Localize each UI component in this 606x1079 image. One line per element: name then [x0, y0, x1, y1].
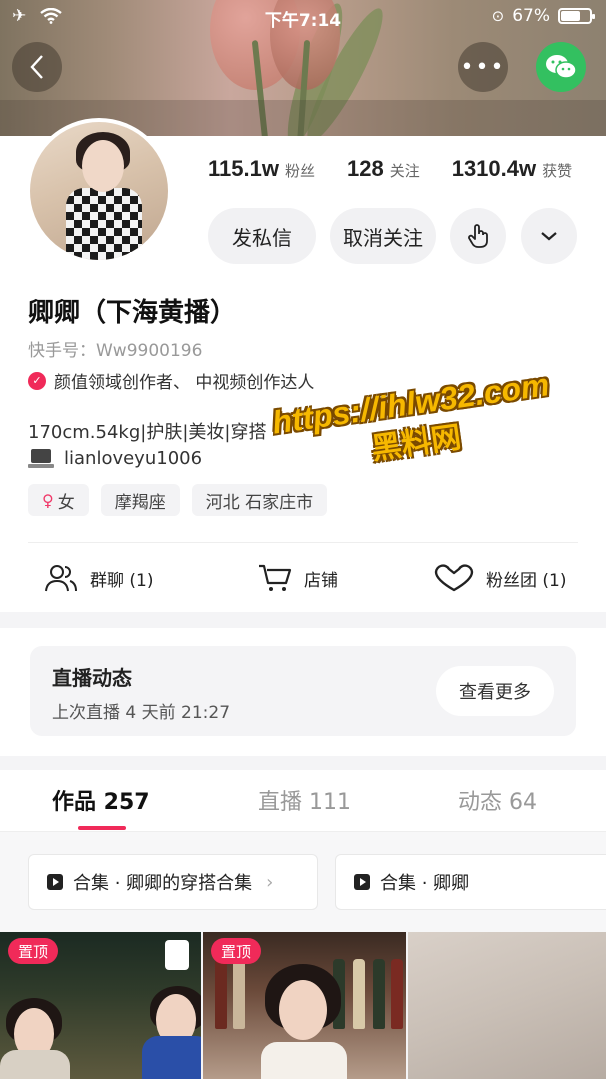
- active-tab-indicator: [78, 826, 126, 830]
- avatar[interactable]: [26, 118, 172, 264]
- tag-gender: ♀ 女: [28, 484, 89, 516]
- sticker-icon: [165, 940, 189, 970]
- collection-item[interactable]: 合集 · 卿卿的穿搭合集 ›: [28, 854, 318, 910]
- stat-followers[interactable]: 115.1w 粉丝: [208, 156, 315, 182]
- live-title: 直播动态: [52, 666, 132, 690]
- wechat-icon: [546, 55, 577, 79]
- stat-likes[interactable]: 1310.4w 获赞: [452, 156, 572, 182]
- profile-tags: ♀ 女 摩羯座 河北 石家庄市: [28, 484, 328, 516]
- likes-label: 获赞: [542, 162, 573, 180]
- group-chat-label: 群聊 (1): [90, 570, 154, 591]
- wechat-share-button[interactable]: [536, 42, 586, 92]
- battery-percent: 67%: [512, 6, 550, 26]
- fan-club-link[interactable]: 粉丝团 (1): [434, 556, 566, 600]
- chevron-right-icon: ›: [266, 871, 274, 893]
- video-thumbnail[interactable]: 置顶: [203, 932, 406, 1079]
- tag-location: 河北 石家庄市: [191, 484, 328, 516]
- video-thumbnail[interactable]: [408, 932, 606, 1079]
- content-tabs: 作品 257 直播 111 动态 64: [0, 770, 606, 832]
- more-options-button[interactable]: •••: [458, 42, 508, 92]
- tab-live[interactable]: 直播 111: [258, 784, 351, 816]
- bio-line-1: 170cm.54kg|护肤|美妆|穿搭: [28, 422, 267, 443]
- collection-item[interactable]: 合集 · 卿卿: [335, 854, 606, 910]
- shop-link[interactable]: 店铺: [258, 556, 338, 600]
- hand-pointer-icon: [468, 224, 488, 248]
- group-chat-icon: [45, 565, 77, 592]
- status-bar: ✈ 下午7:14 ⊙ 67%: [0, 0, 606, 34]
- kuaishou-id[interactable]: 快手号：Ww9900196: [28, 336, 202, 361]
- tag-gender-text: 女: [57, 492, 75, 513]
- certification[interactable]: ✓ 颜值领域创作者、 中视频创作达人: [28, 368, 314, 393]
- collection-label: 合集 · 卿卿的穿搭合集: [73, 873, 253, 894]
- live-section: 直播动态 上次直播 4 天前 21:27 查看更多: [0, 628, 606, 756]
- video-thumbnail[interactable]: 置顶: [0, 932, 201, 1079]
- pinned-badge: 置顶: [211, 938, 262, 964]
- certification-text: 颜值领域创作者、 中视频创作达人: [54, 373, 315, 393]
- verified-check-icon: ✓: [28, 371, 46, 390]
- tag-zodiac: 摩羯座: [100, 484, 180, 516]
- rotation-lock-icon: ⊙: [491, 7, 505, 25]
- collection-label: 合集 · 卿卿: [380, 873, 470, 894]
- battery-icon: [558, 8, 595, 24]
- following-count: 128: [346, 156, 384, 181]
- profile-stats: 115.1w 粉丝 128 关注 1310.4w 获赞: [208, 156, 572, 182]
- divider: [28, 542, 578, 543]
- tab-works[interactable]: 作品 257: [52, 784, 150, 816]
- gesture-button[interactable]: [450, 208, 506, 264]
- group-chat-link[interactable]: 群聊 (1): [44, 556, 153, 600]
- unfollow-button[interactable]: 取消关注: [330, 208, 436, 264]
- likes-count: 1310.4w: [451, 156, 537, 181]
- fan-club-label: 粉丝团 (1): [486, 570, 567, 591]
- collections-row: 合集 · 卿卿的穿搭合集 › 合集 · 卿卿: [0, 832, 606, 932]
- tab-dynamic[interactable]: 动态 64: [458, 784, 537, 816]
- bio-line-2: lianloveyu1006: [28, 448, 202, 469]
- profile-links: 群聊 (1) 店铺 粉丝团 (1): [0, 556, 606, 600]
- chevron-left-icon: [30, 55, 43, 79]
- pinned-badge: 置顶: [8, 938, 59, 964]
- expand-recommend-button[interactable]: [521, 208, 577, 264]
- live-card[interactable]: 直播动态 上次直播 4 天前 21:27 查看更多: [30, 646, 576, 736]
- play-icon: [354, 874, 370, 890]
- followers-count: 115.1w: [208, 156, 279, 181]
- view-more-button[interactable]: 查看更多: [436, 666, 554, 716]
- shop-label: 店铺: [304, 570, 338, 591]
- cart-icon: [259, 564, 292, 591]
- female-icon: ♀: [42, 490, 54, 510]
- play-icon: [47, 874, 63, 890]
- bio-line-2-text: lianloveyu1006: [64, 448, 203, 469]
- laptop-icon: [28, 448, 54, 469]
- back-button[interactable]: [12, 42, 62, 92]
- profile-name: 卿卿（下海黄播）: [28, 298, 237, 328]
- following-label: 关注: [389, 162, 420, 180]
- ellipsis-icon: •••: [460, 54, 506, 80]
- send-message-button[interactable]: 发私信: [208, 208, 316, 264]
- heart-icon: [434, 564, 474, 592]
- followers-label: 粉丝: [284, 162, 315, 180]
- chevron-down-icon: [541, 232, 557, 241]
- live-subtitle: 上次直播 4 天前 21:27: [52, 703, 231, 723]
- stat-following[interactable]: 128 关注: [347, 156, 420, 182]
